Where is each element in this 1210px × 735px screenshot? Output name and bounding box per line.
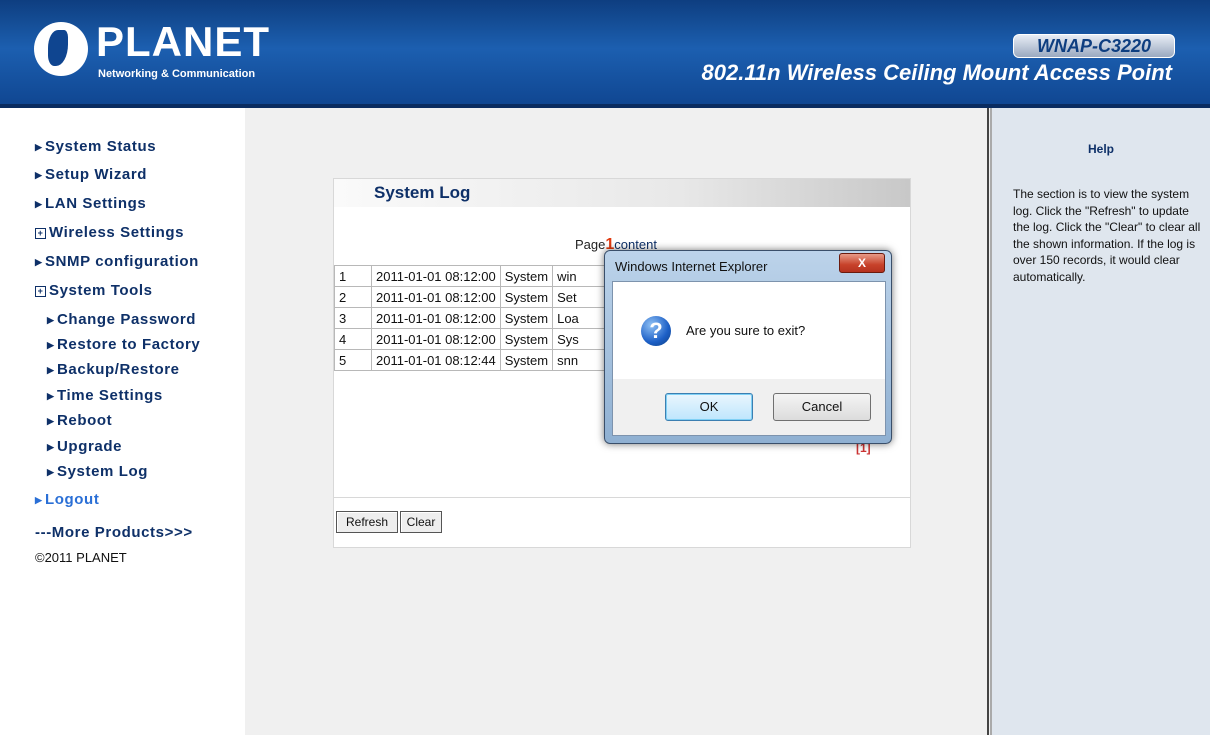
sidebar-subitem-system-log[interactable]: ▶ System Log [47,463,148,480]
log-source: System [499,286,554,308]
dialog-body: ? Are you sure to exit? [612,281,886,381]
sidebar-item-label: Change Password [57,311,197,328]
help-text: The section is to view the system log. C… [1013,187,1201,284]
sidebar-item-lan-settings[interactable]: ▶ LAN Settings [35,195,146,212]
log-time: 2011-01-01 08:12:00 [371,307,501,329]
log-index: 5 [334,349,372,371]
sidebar-item-label: Reboot [57,412,113,429]
sidebar-item-label: Wireless Settings [49,224,185,241]
sidebar-item-logout[interactable]: ▶ Logout [35,491,99,508]
arrow-right-icon: ▶ [35,199,43,209]
sidebar-item-setup-wizard[interactable]: ▶ Setup Wizard [35,166,147,183]
copyright-text: ©2011 PLANET [35,550,127,565]
close-icon[interactable]: X [839,253,885,273]
arrow-right-icon: ▶ [47,467,55,477]
arrow-right-icon: ▶ [35,257,43,267]
sidebar-item-label: System Log [57,463,149,480]
sidebar-item-label: LAN Settings [45,195,147,212]
confirm-dialog: Windows Internet Explorer X ? Are you su… [604,250,892,444]
log-source: System [499,265,554,287]
sidebar-subitem-backup-restore[interactable]: ▶ Backup/Restore [47,361,180,378]
help-panel: Help The section is to view the system l… [992,108,1210,735]
dialog-title: Windows Internet Explorer [615,259,768,274]
log-source: System [499,328,554,350]
sidebar-item-label: Restore to Factory [57,336,201,353]
sidebar-nav: ▶ System Status ▶ Setup Wizard ▶ LAN Settin… [0,108,245,735]
log-time: 2011-01-01 08:12:00 [371,328,501,350]
arrow-right-icon: ▶ [47,340,55,350]
arrow-right-icon: ▶ [47,416,55,426]
sidebar-item-snmp-configuration[interactable]: ▶ SNMP configuration [35,253,199,270]
arrow-right-icon: ▶ [47,365,55,375]
sidebar-item-wireless-settings[interactable]: + Wireless Settings [35,224,184,241]
product-title: 802.11n Wireless Ceiling Mount Access Po… [701,60,1173,85]
sidebar-subitem-restore-to-factory[interactable]: ▶ Restore to Factory [47,336,200,353]
model-badge: WNAP-C3220 [1013,34,1175,58]
help-divider [987,108,989,735]
log-index: 2 [334,286,372,308]
sidebar-subitem-change-password[interactable]: ▶ Change Password [47,311,196,328]
sidebar-subitem-reboot[interactable]: ▶ Reboot [47,412,112,429]
arrow-right-icon: ▶ [47,442,55,452]
page-prefix: Page [575,237,606,252]
sidebar-item-label: Backup/Restore [57,361,180,378]
sidebar-item-system-status[interactable]: ▶ System Status [35,138,156,155]
panel-title-bar: System Log [334,179,910,207]
brand-logo-text: PLANET [96,18,270,65]
refresh-button[interactable]: Refresh [336,511,398,533]
log-index: 3 [334,307,372,329]
sidebar-item-system-tools[interactable]: + System Tools [35,282,153,299]
sidebar-item-label: Logout [45,491,100,508]
sidebar-subitem-time-settings[interactable]: ▶ Time Settings [47,387,163,404]
dialog-footer: OK Cancel [612,379,886,436]
log-index: 4 [334,328,372,350]
clear-button[interactable]: Clear [400,511,442,533]
sidebar-item-label: Upgrade [57,438,123,455]
expand-plus-icon: + [35,286,46,297]
arrow-right-icon: ▶ [47,315,55,325]
header-banner: PLANET Networking & Communication WNAP-C… [0,0,1210,108]
sidebar-item-label: Time Settings [57,387,163,404]
log-time: 2011-01-01 08:12:00 [371,286,501,308]
brand-tagline: Networking & Communication [98,68,256,80]
question-icon: ? [641,316,671,346]
log-time: 2011-01-01 08:12:44 [371,349,501,371]
arrow-right-icon: ▶ [35,170,43,180]
log-source: System [499,307,554,329]
sidebar-item-label: SNMP configuration [45,253,199,270]
page-title: System Log [374,183,471,202]
log-index: 1 [334,265,372,287]
ok-button[interactable]: OK [665,393,753,421]
sidebar-item-label: System Status [45,138,157,155]
dialog-message: Are you sure to exit? [686,323,806,338]
log-time: 2011-01-01 08:12:00 [371,265,501,287]
help-title: Help [1087,142,1114,156]
more-products-link[interactable]: ---More Products>>> [35,524,193,541]
cancel-button[interactable]: Cancel [773,393,871,421]
panel-divider [334,497,910,498]
sidebar-item-label: System Tools [49,282,153,299]
expand-plus-icon: + [35,228,46,239]
arrow-right-icon: ▶ [35,495,43,505]
arrow-right-icon: ▶ [35,142,43,152]
sidebar-item-label: Setup Wizard [45,166,148,183]
log-source: System [499,349,554,371]
sidebar-subitem-upgrade[interactable]: ▶ Upgrade [47,438,122,455]
arrow-right-icon: ▶ [47,391,55,401]
